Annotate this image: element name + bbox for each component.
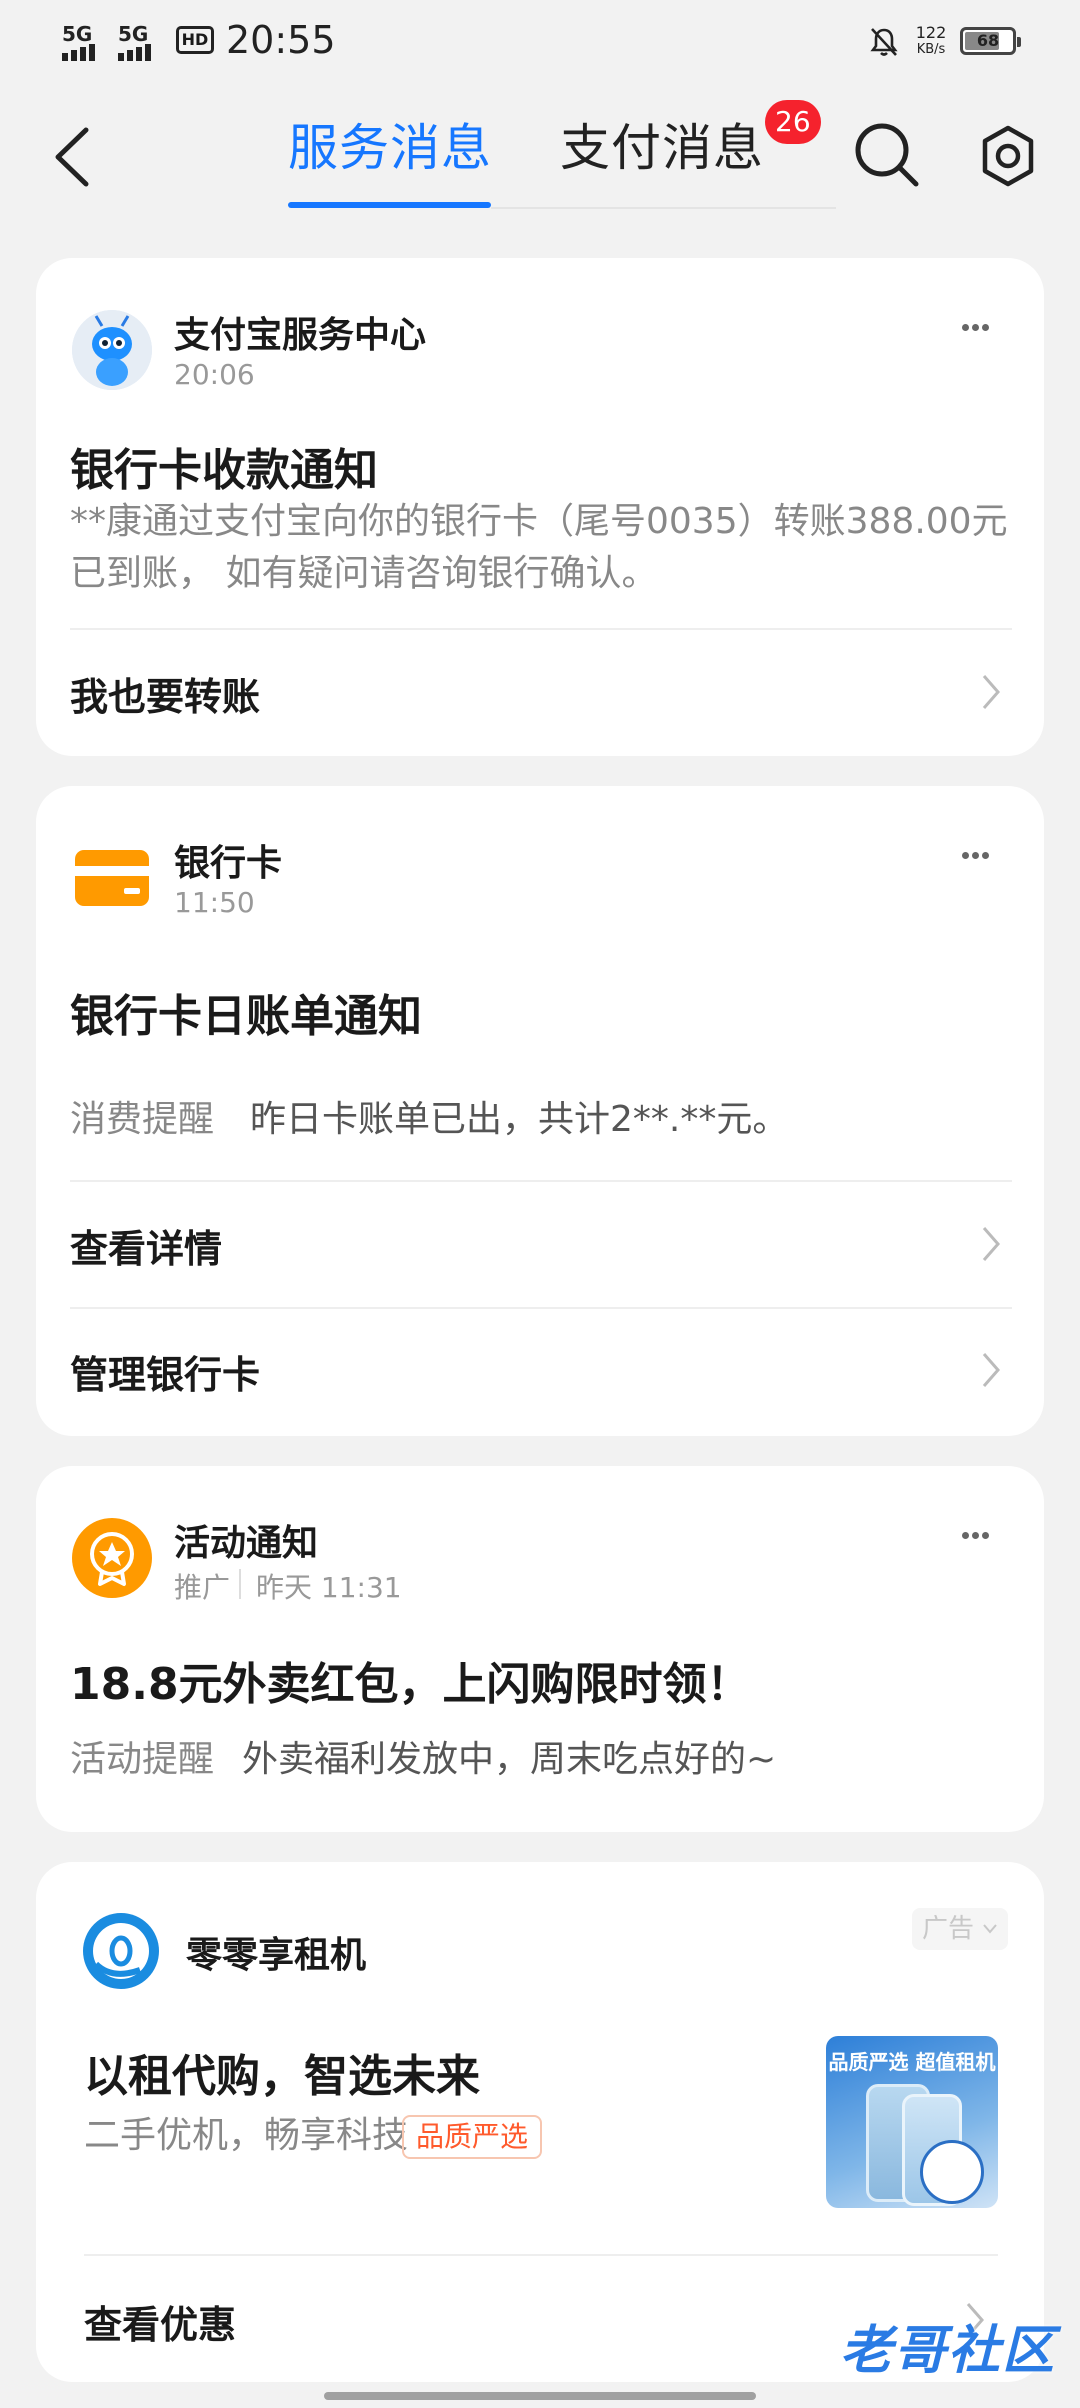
network-type: 5G xyxy=(118,22,149,46)
tab-payment-messages[interactable]: 支付消息 xyxy=(560,108,764,180)
rental-logo-icon xyxy=(83,1913,159,1989)
promo-image-text: 品质严选 超值租机 xyxy=(828,2050,996,2074)
network-type: 5G xyxy=(62,22,93,46)
more-options-icon[interactable] xyxy=(962,324,989,334)
search-icon[interactable] xyxy=(852,120,922,190)
message-headline: 银行卡收款通知 xyxy=(70,445,378,496)
avatar xyxy=(72,310,152,390)
advertiser-name: 零零享租机 xyxy=(186,1935,367,1976)
sender-name: 银行卡 xyxy=(174,843,283,884)
chevron-down-icon xyxy=(983,1924,997,1934)
message-headline: 银行卡日账单通知 xyxy=(70,991,422,1042)
message-body: 外卖福利发放中，周末吃点好的~ xyxy=(242,1739,777,1780)
quality-tag: 品质严选 xyxy=(402,2115,543,2159)
watermark: 老哥社区 xyxy=(840,2321,1057,2381)
back-icon[interactable] xyxy=(48,124,94,190)
separator xyxy=(239,1569,241,1599)
bank-card-icon xyxy=(75,850,149,906)
more-options-icon[interactable] xyxy=(962,1532,989,1542)
signal-icon xyxy=(118,44,151,61)
medal-star-icon xyxy=(72,1518,152,1598)
ad-body: 二手优机，畅享科技 xyxy=(84,2115,409,2156)
message-body-label: 活动提醒 xyxy=(70,1739,215,1780)
gear-icon[interactable] xyxy=(976,124,1040,188)
message-headline: 18.8元外卖红包，上闪购限时领！ xyxy=(70,1659,751,1710)
sender-name: 支付宝服务中心 xyxy=(174,315,427,356)
robot-mascot-icon xyxy=(72,310,152,390)
status-bar: 5G 5G HD 20:55 122 KB/s 68 xyxy=(0,0,1080,80)
message-body-label: 消费提醒 xyxy=(70,1099,215,1140)
sender-name: 活动通知 xyxy=(174,1523,319,1564)
message-body: 昨日卡账单已出，共计2**.**元。 xyxy=(250,1099,789,1140)
chevron-right-icon[interactable] xyxy=(980,1224,1002,1264)
seal-badge xyxy=(920,2140,984,2204)
divider xyxy=(70,628,1012,630)
divider xyxy=(70,1180,1012,1182)
message-time: 昨天 11:31 xyxy=(256,1571,402,1604)
network-speed: 122 KB/s xyxy=(915,23,947,57)
promo-tag: 推广 xyxy=(174,1571,231,1604)
view-details-action[interactable]: 查看详情 xyxy=(70,1218,222,1273)
ad-headline: 以租代购，智选未来 xyxy=(84,2051,480,2102)
transfer-action[interactable]: 我也要转账 xyxy=(70,666,260,721)
chevron-right-icon[interactable] xyxy=(980,1350,1002,1390)
message-time: 20:06 xyxy=(174,358,255,391)
clock: 20:55 xyxy=(226,18,336,62)
nav-divider xyxy=(491,207,836,209)
home-indicator[interactable] xyxy=(324,2392,756,2400)
chevron-right-icon[interactable] xyxy=(980,672,1002,712)
tab-service-messages[interactable]: 服务消息 xyxy=(288,108,492,180)
message-time: 11:50 xyxy=(174,886,255,919)
unread-badge: 26 xyxy=(765,100,821,144)
promo-image[interactable]: 品质严选 超值租机 xyxy=(826,2036,998,2208)
more-options-icon[interactable] xyxy=(962,852,989,862)
divider xyxy=(70,1307,1012,1309)
message-body: **康通过支付宝向你的银行卡（尾号0035）转账388.00元已到账， 如有疑问… xyxy=(70,501,1008,594)
view-offer-action[interactable]: 查看优惠 xyxy=(84,2294,236,2349)
signal-icon xyxy=(62,44,95,61)
hd-icon: HD xyxy=(176,26,214,54)
manage-bank-card-action[interactable]: 管理银行卡 xyxy=(70,1344,260,1399)
active-tab-indicator xyxy=(288,202,491,208)
mute-bell-icon xyxy=(870,28,898,56)
ad-label[interactable]: 广告 xyxy=(912,1908,1008,1950)
battery-icon: 68 xyxy=(960,27,1021,55)
divider xyxy=(84,2254,998,2256)
